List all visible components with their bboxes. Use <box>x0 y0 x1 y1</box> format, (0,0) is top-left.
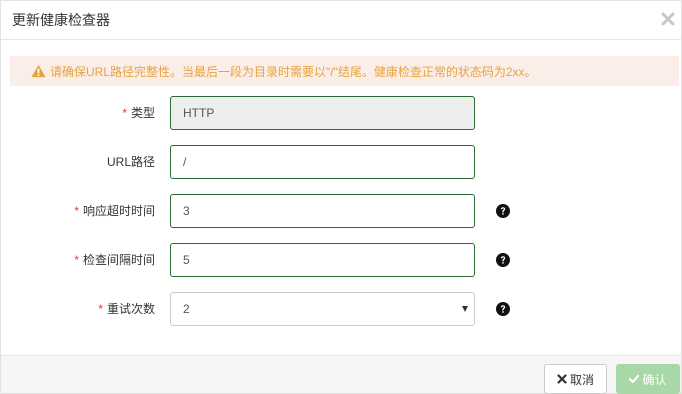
type-label: * 类型 <box>122 106 155 120</box>
dialog-title: 更新健康检查器 <box>12 12 110 28</box>
close-icon[interactable] <box>659 10 677 28</box>
retries-selected-value: 2 <box>183 302 190 316</box>
retries-label: * 重试次数 <box>98 302 155 316</box>
times-icon <box>557 374 567 384</box>
warning-alert: 请确保URL路径完整性。当最后一段为目录时需要以"/"结尾。健康检查正常的状态码… <box>10 56 679 86</box>
warning-icon <box>31 64 46 78</box>
dialog-footer: 取消 确认 <box>1 355 681 394</box>
required-mark: * <box>74 204 79 218</box>
form-row-timeout: * 响应超时时间 <box>1 194 682 228</box>
dialog-header: 更新健康检查器 <box>1 1 681 40</box>
url-path-input[interactable] <box>170 145 475 179</box>
question-circle-icon[interactable] <box>496 204 510 218</box>
form-row-url-path: URL路径 <box>1 145 682 179</box>
question-circle-icon[interactable] <box>496 253 510 267</box>
confirm-label: 确认 <box>642 372 667 387</box>
timeout-input[interactable] <box>170 194 475 228</box>
update-health-checker-dialog: 更新健康检查器 请确保URL路径完整性。当最后一段为目录时需要以"/"结尾。健康… <box>0 0 682 394</box>
form-row-type: * 类型 HTTP <box>1 96 682 130</box>
caret-down-icon <box>462 306 468 312</box>
cancel-label: 取消 <box>569 372 594 387</box>
confirm-button[interactable]: 确认 <box>616 364 680 394</box>
timeout-label: * 响应超时时间 <box>74 204 155 218</box>
type-field: HTTP <box>170 96 475 130</box>
url-path-label: URL路径 <box>106 155 155 169</box>
form-row-interval: * 检查间隔时间 <box>1 243 682 277</box>
alert-text: 请确保URL路径完整性。当最后一段为目录时需要以"/"结尾。健康检查正常的状态码… <box>50 64 537 79</box>
required-mark: * <box>74 253 79 267</box>
form-row-retries: * 重试次数 2 <box>1 292 682 326</box>
question-circle-icon[interactable] <box>496 302 510 316</box>
cancel-button[interactable]: 取消 <box>544 364 607 394</box>
required-mark: * <box>122 106 127 120</box>
interval-label: * 检查间隔时间 <box>74 253 155 267</box>
check-icon <box>629 374 640 384</box>
interval-input[interactable] <box>170 243 475 277</box>
required-mark: * <box>98 302 103 316</box>
retries-select[interactable]: 2 <box>170 292 475 326</box>
